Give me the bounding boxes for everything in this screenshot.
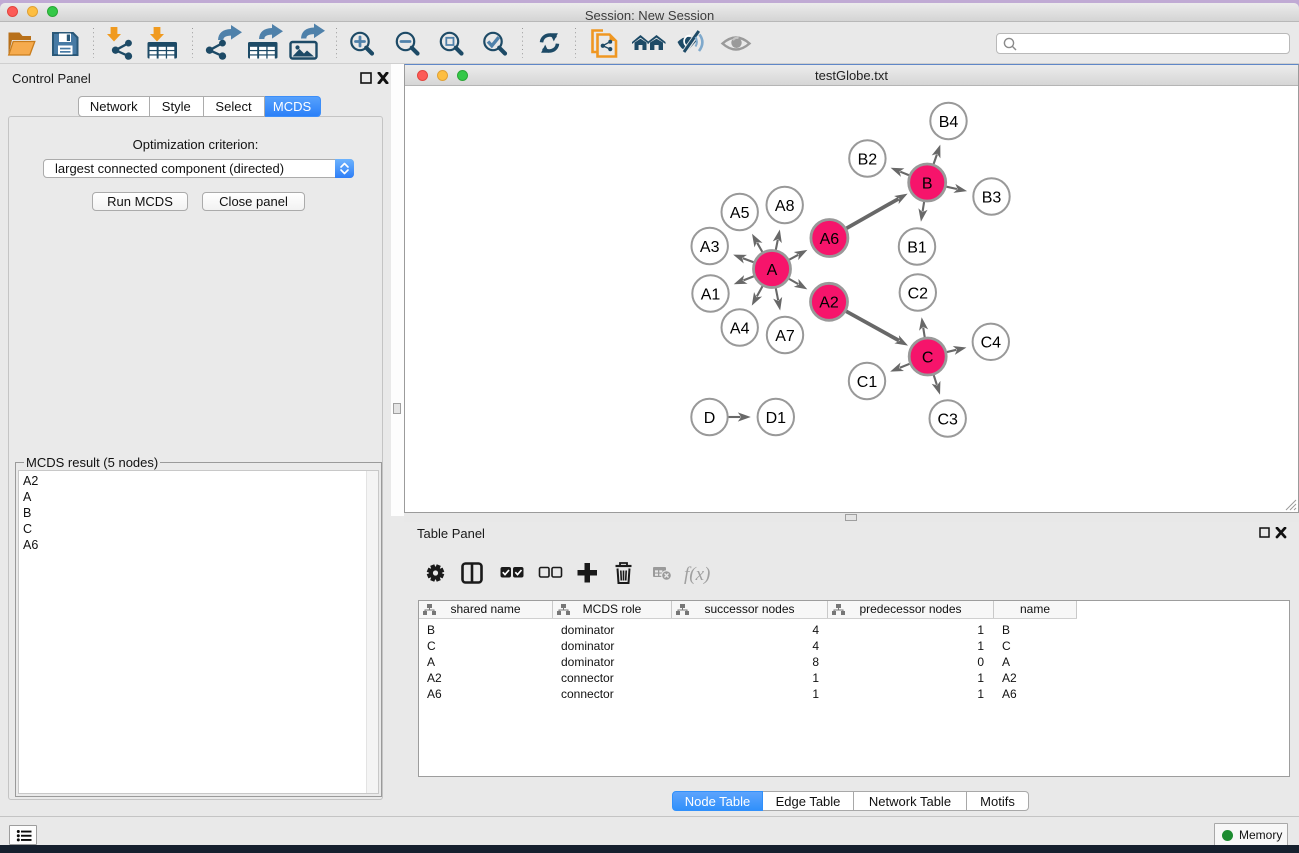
svg-text:A3: A3 xyxy=(700,239,720,256)
svg-text:C3: C3 xyxy=(937,411,958,428)
svg-text:D: D xyxy=(704,410,716,427)
svg-text:C: C xyxy=(922,349,934,366)
svg-text:D1: D1 xyxy=(766,410,787,427)
svg-text:B: B xyxy=(922,175,933,192)
svg-text:A8: A8 xyxy=(775,198,795,215)
svg-text:A6: A6 xyxy=(820,231,840,248)
svg-text:A1: A1 xyxy=(701,286,721,303)
svg-text:f(x): f(x) xyxy=(684,564,710,585)
svg-text:C1: C1 xyxy=(857,374,878,391)
svg-text:B4: B4 xyxy=(939,114,959,131)
svg-text:B2: B2 xyxy=(858,151,878,168)
svg-text:C4: C4 xyxy=(981,335,1002,352)
svg-text:A: A xyxy=(767,262,778,279)
svg-text:B3: B3 xyxy=(982,189,1002,206)
svg-text:C2: C2 xyxy=(908,285,929,302)
svg-text:A2: A2 xyxy=(819,295,839,312)
svg-text:A7: A7 xyxy=(775,328,795,345)
svg-text:B1: B1 xyxy=(907,239,927,256)
svg-text:A4: A4 xyxy=(730,320,750,337)
svg-text:A5: A5 xyxy=(730,205,750,222)
